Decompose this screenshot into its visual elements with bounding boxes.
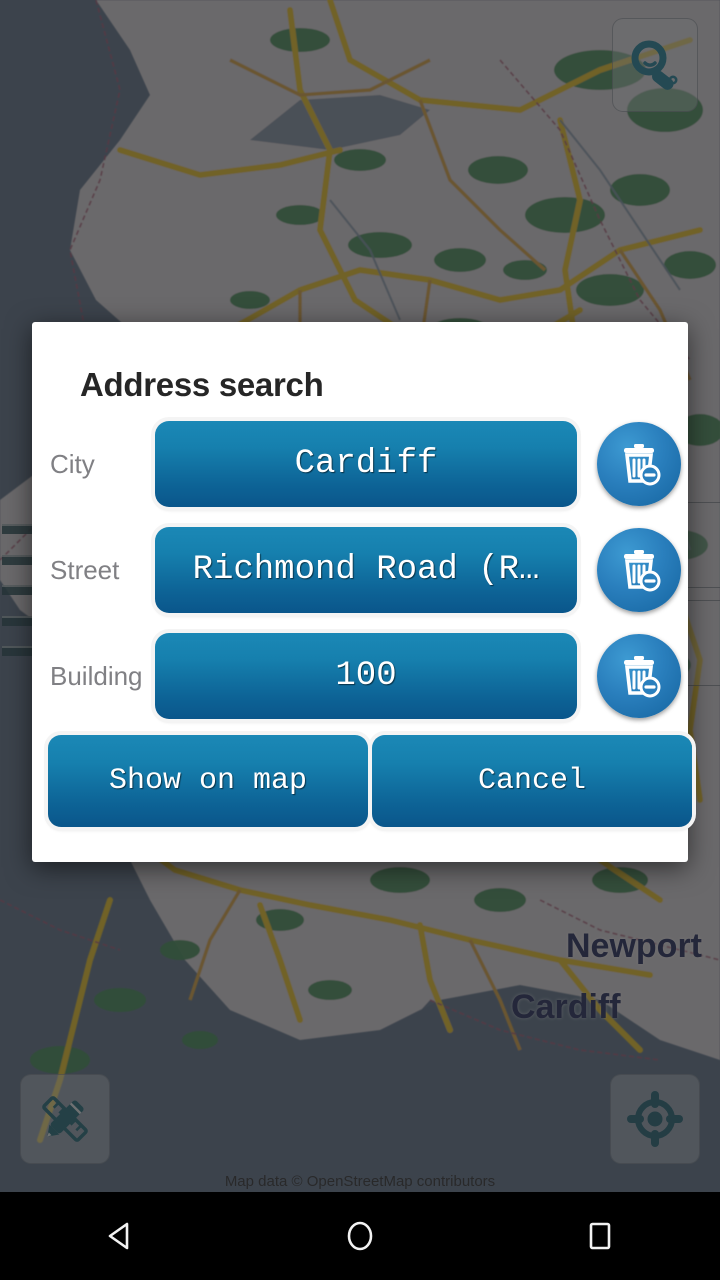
- city-input[interactable]: Cardiff: [155, 421, 577, 507]
- triangle-back-icon: [108, 1222, 129, 1250]
- address-search-dialog: Address search City Cardiff Street Richm…: [32, 322, 692, 862]
- nav-home-button[interactable]: [300, 1192, 420, 1280]
- clear-city-button[interactable]: [597, 422, 681, 506]
- trash-minus-icon: [624, 444, 661, 486]
- nav-back-button[interactable]: [60, 1192, 180, 1280]
- show-on-map-button[interactable]: Show on map: [48, 735, 368, 827]
- clear-building-button[interactable]: [597, 634, 681, 718]
- dialog-title: Address search: [80, 366, 324, 403]
- cancel-button[interactable]: Cancel: [372, 735, 692, 827]
- trash-minus-icon: [624, 550, 661, 592]
- clear-street-button[interactable]: [597, 528, 681, 612]
- circle-home-icon: [347, 1221, 373, 1251]
- dialog-action-row: Show on map Cancel: [32, 730, 692, 836]
- screen: Newport Cardiff: [0, 0, 720, 1280]
- field-row-city: City Cardiff: [32, 414, 688, 514]
- trash-minus-icon: [624, 656, 661, 698]
- field-row-building: Building 100: [32, 626, 688, 726]
- square-recents-icon: [589, 1222, 611, 1250]
- building-input[interactable]: 100: [155, 633, 577, 719]
- nav-recents-button[interactable]: [540, 1192, 660, 1280]
- field-row-street: Street Richmond Road (R…: [32, 520, 688, 620]
- street-input[interactable]: Richmond Road (R…: [155, 527, 577, 613]
- android-navigation-bar: [0, 1192, 720, 1280]
